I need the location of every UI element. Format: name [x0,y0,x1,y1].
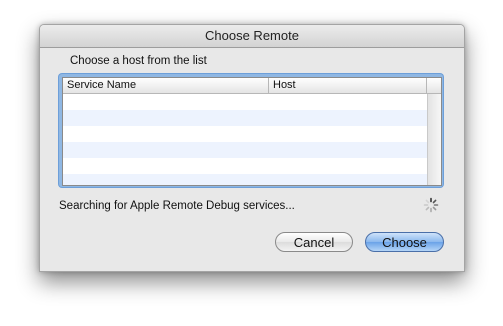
choose-button[interactable]: Choose [365,232,444,252]
title-bar[interactable]: Choose Remote [40,25,464,48]
header-corner [427,78,441,93]
table-row[interactable] [63,94,427,110]
table-row[interactable] [63,142,427,158]
table-row[interactable] [63,110,427,126]
column-header-service-name[interactable]: Service Name [63,78,269,93]
table-row[interactable] [63,174,427,185]
host-list-prompt: Choose a host from the list [70,55,207,67]
table-body[interactable] [63,94,427,185]
table-row[interactable] [63,126,427,142]
table-header: Service Name Host [63,78,441,94]
table-row[interactable] [63,158,427,174]
column-header-host[interactable]: Host [269,78,427,93]
remote-hosts-table[interactable]: Service Name Host [62,77,442,186]
window-title: Choose Remote [205,28,299,43]
status-text: Searching for Apple Remote Debug service… [59,200,295,212]
progress-spinner-icon [423,197,439,213]
vertical-scrollbar[interactable] [427,94,441,185]
choose-remote-dialog: Choose Remote Choose a host from the lis… [39,24,465,272]
cancel-button[interactable]: Cancel [275,232,353,252]
